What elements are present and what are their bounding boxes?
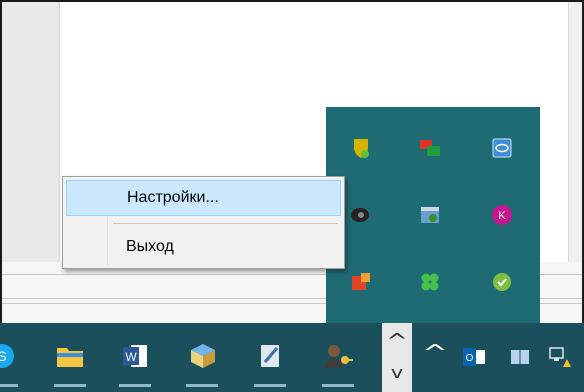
svg-text:W: W: [125, 350, 137, 364]
intel-graphics-icon[interactable]: [491, 137, 513, 159]
outlook-icon[interactable]: O: [462, 345, 486, 369]
skype-check-icon[interactable]: [491, 271, 513, 293]
shield-icon[interactable]: [350, 137, 372, 159]
menu-item-settings[interactable]: Настройки...: [66, 180, 341, 216]
kaspersky-icon[interactable]: K: [491, 204, 513, 226]
office-icon[interactable]: [350, 271, 372, 293]
speaker-icon[interactable]: [350, 204, 372, 226]
skype-icon[interactable]: S: [0, 333, 22, 387]
chevron-up-icon[interactable]: ^: [378, 329, 417, 353]
menu-separator: [113, 223, 338, 224]
taskbar: S W ^ v ^ O: [0, 323, 584, 392]
tray-overflow-flyout: K: [326, 107, 540, 323]
installer-icon[interactable]: [182, 333, 222, 387]
menu-item-exit[interactable]: Выход: [66, 229, 341, 265]
tray-chevron-up-icon[interactable]: ^: [420, 341, 451, 371]
app-scrollbar[interactable]: [568, 2, 582, 262]
app-left-pane: [2, 2, 60, 262]
chevron-down-icon[interactable]: v: [378, 363, 417, 387]
update-icon[interactable]: [419, 204, 441, 226]
clover-icon[interactable]: [419, 271, 441, 293]
tray-context-menu: Настройки... Выход: [62, 176, 345, 269]
svg-text:S: S: [0, 348, 7, 364]
word-icon[interactable]: W: [115, 333, 155, 387]
network-icon[interactable]: [419, 137, 441, 159]
network-warning-icon[interactable]: [548, 345, 572, 369]
notepad-icon[interactable]: [250, 333, 290, 387]
user-key-icon[interactable]: [318, 333, 358, 387]
book-icon[interactable]: [508, 345, 532, 369]
svg-text:K: K: [498, 210, 506, 222]
file-explorer-icon[interactable]: [50, 333, 90, 387]
taskbar-scroll-buttons: ^ v: [382, 323, 412, 392]
svg-text:O: O: [466, 353, 474, 364]
